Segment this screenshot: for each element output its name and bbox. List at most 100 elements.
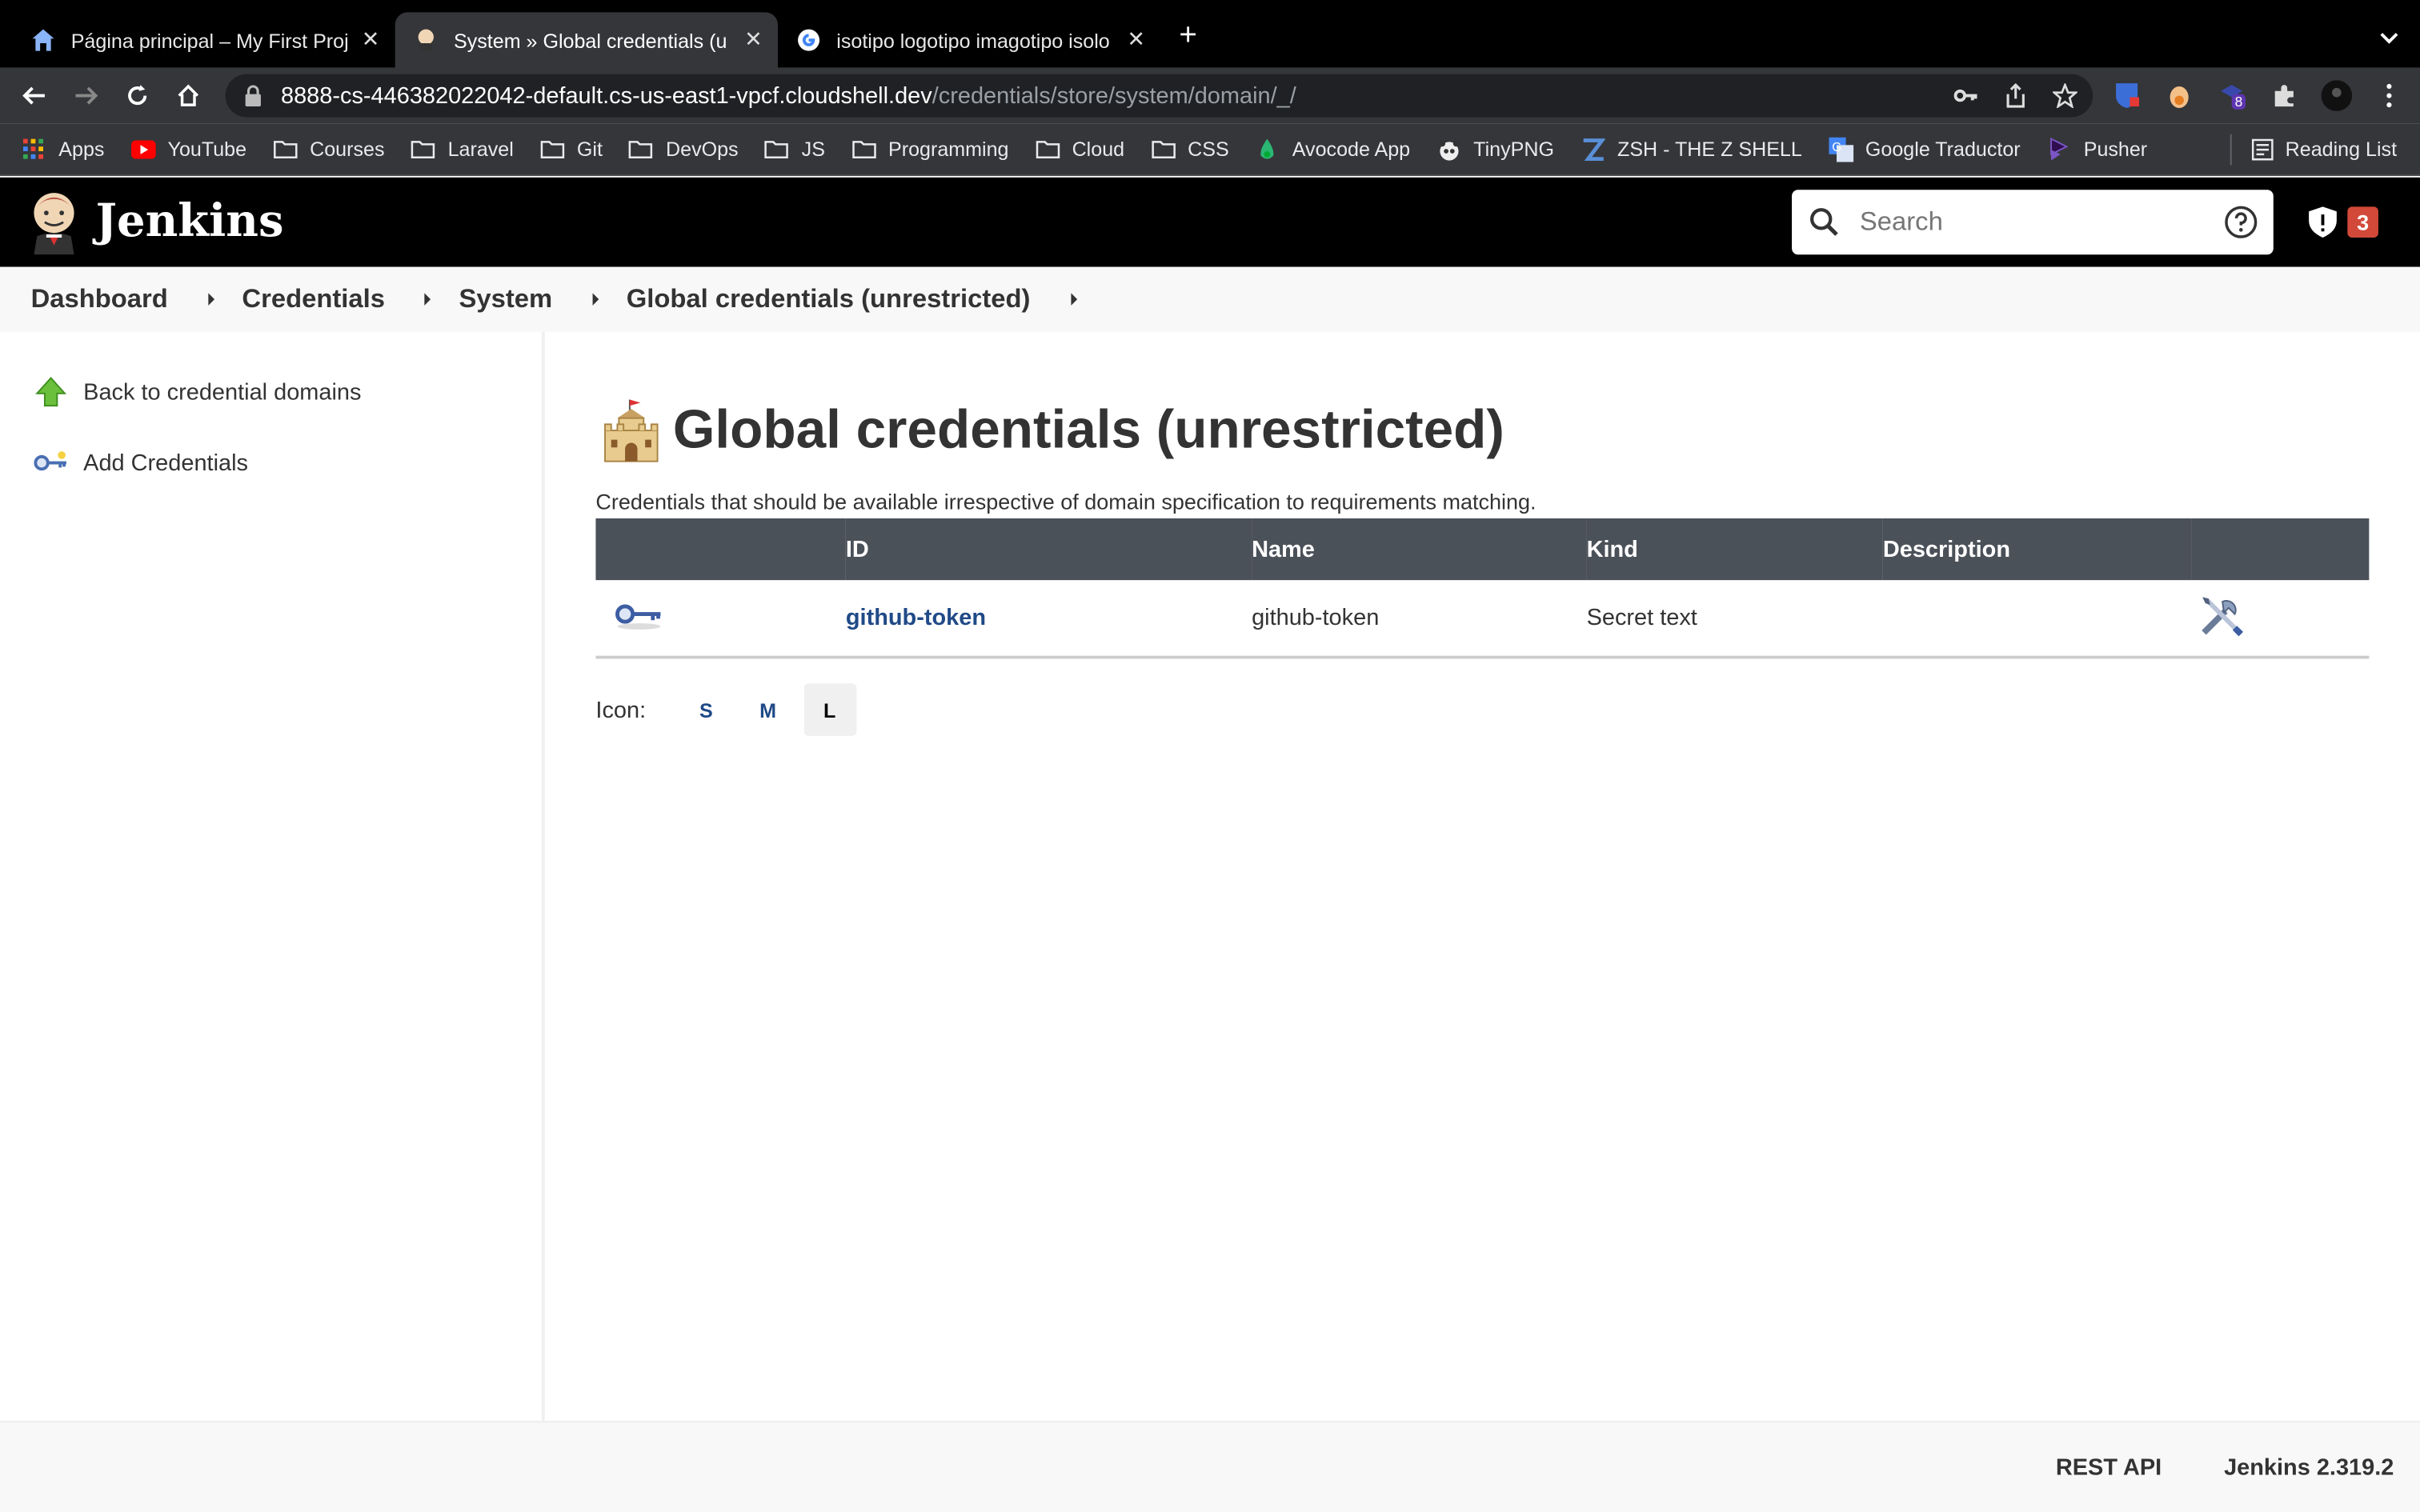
bookmark-courses[interactable]: Courses [273,138,385,161]
bitwarden-extension-icon[interactable] [2111,80,2142,111]
row-id-cell: github-token [845,580,1252,659]
configure-tools-icon[interactable] [2198,596,2244,644]
breadcrumb: Dashboard Credentials System Global cred… [0,266,2420,332]
bookmark-google-traductor[interactable]: G Google Traductor [1828,136,2021,162]
bookmark-programming[interactable]: Programming [851,138,1009,161]
reading-list-label: Reading List [2285,137,2398,161]
tab-title: System » Global credentials (u [453,28,727,52]
forward-arrow-icon[interactable] [71,80,102,111]
reload-icon[interactable] [122,80,153,111]
sidebar-item-add-credentials[interactable]: Add Credentials [34,446,248,479]
icon-size-l[interactable]: L [803,683,856,736]
icon-size-s[interactable]: S [680,683,733,736]
back-arrow-icon[interactable] [18,80,50,111]
bookmark-git[interactable]: Git [540,138,603,161]
profile-avatar[interactable] [2321,80,2353,111]
more-menu-icon[interactable] [2374,80,2405,111]
bookmark-js[interactable]: JS [764,138,825,161]
breadcrumb-chevron-icon[interactable] [1070,293,1077,306]
lock-icon [244,85,262,107]
breadcrumb-system[interactable]: System [459,284,553,315]
address-bar[interactable]: 8888-cs-446382022042-default.cs-us-east1… [225,74,2093,118]
key-icon[interactable] [1953,83,1979,115]
sidebar-item-back[interactable]: Back to credential domains [34,375,361,409]
browser-tab-bar: Página principal – My First Proj ✕ Syste… [0,0,2420,68]
folder-icon [411,138,435,160]
folder-icon [1035,138,1060,160]
footer: REST API Jenkins 2.319.2 [0,1421,2420,1512]
search-input[interactable] [1859,206,2200,238]
column-header-id[interactable]: ID [845,518,1252,581]
help-icon[interactable] [2224,205,2258,238]
bookmark-label: Git [576,137,603,161]
close-tab-icon[interactable]: ✕ [362,26,380,53]
chevron-down-icon[interactable] [2380,25,2398,44]
rest-api-link[interactable]: REST API [2056,1455,2162,1482]
column-header-description[interactable]: Description [1882,518,2192,581]
svg-text:G: G [1831,140,1841,154]
browser-tab-2[interactable]: System » Global credentials (u ✕ [395,12,778,68]
bookmark-label: CSS [1188,137,1229,161]
new-tab-icon[interactable]: + [1179,20,1197,51]
security-badge[interactable]: 3 [2347,206,2378,238]
bookmark-label: DevOps [666,137,739,161]
share-icon[interactable] [2003,82,2028,115]
tab-title: Página principal – My First Proj [70,28,349,52]
extension-badge-count: 8 [2231,94,2246,110]
close-tab-icon[interactable]: ✕ [744,26,763,53]
credential-id-link[interactable]: github-token [846,605,986,631]
translate-icon: G [1828,136,1853,162]
jenkins-logo[interactable] [28,190,81,255]
reading-list-button[interactable]: Reading List [2230,134,2398,166]
close-tab-icon[interactable]: ✕ [1127,26,1145,53]
column-header-name[interactable]: Name [1252,518,1587,581]
bookmarks-bar: Apps YouTube Courses Laravel Git DevOps JS Prog… [0,123,2420,176]
sidebar-item-label: Back to credential domains [83,378,362,406]
bookmark-label: JS [801,137,825,161]
bookmark-laravel[interactable]: Laravel [411,138,514,161]
jenkins-header: Jenkins 3 [0,177,2420,267]
star-icon[interactable] [2051,82,2079,115]
bookmark-tinypng[interactable]: TinyPNG [1436,138,1554,161]
row-name-cell: github-token [1252,580,1587,659]
folder-icon [851,138,876,160]
bookmark-pusher[interactable]: Pusher [2046,137,2147,161]
search-box [1792,190,2274,255]
page-description: Credentials that should be available irr… [595,489,1537,514]
zsh-icon [1581,138,1605,161]
folder-icon [273,138,298,160]
bookmark-zsh-the-z-shell[interactable]: ZSH - THE Z SHELL [1581,138,1802,161]
bookmark-youtube[interactable]: YouTube [130,138,246,161]
breadcrumb-global-credentials[interactable]: Global credentials (unrestricted) [627,284,1031,315]
pusher-icon [2046,137,2071,160]
breadcrumb-dashboard[interactable]: Dashboard [31,284,168,315]
breadcrumb-credentials[interactable]: Credentials [242,284,385,315]
jenkins-title[interactable]: Jenkins [96,194,284,247]
extension-badge-icon[interactable]: 8 [2216,80,2247,111]
bookmark-avocode-app[interactable]: Avocode App [1256,138,1410,161]
reading-list-icon [2251,138,2274,160]
sidebar-item-label: Add Credentials [83,450,248,476]
column-header-kind[interactable]: Kind [1586,518,1883,581]
breadcrumb-chevron-icon[interactable] [207,293,214,306]
bookmark-cloud[interactable]: Cloud [1035,138,1124,161]
jenkins-version-link[interactable]: Jenkins 2.319.2 [2224,1455,2394,1482]
browser-tab-3[interactable]: isotipo logotipo imagotipo isolo ✕ [778,12,1160,67]
bookmark-label: Cloud [1072,137,1125,161]
home-icon[interactable] [173,80,204,111]
breadcrumb-chevron-icon[interactable] [425,293,431,306]
security-shield-icon[interactable] [2306,205,2339,238]
bookmark-apps[interactable]: Apps [22,138,104,161]
icon-size-m[interactable]: M [742,683,795,736]
browser-tab-1[interactable]: Página principal – My First Proj ✕ [12,12,395,67]
bookmark-css[interactable]: CSS [1151,138,1229,161]
breadcrumb-chevron-icon[interactable] [592,293,599,306]
search-icon [1807,205,1841,238]
avocode-icon [1256,138,1280,160]
youtube-icon [130,138,156,160]
jenkins-favicon [414,28,439,53]
bookmark-devops[interactable]: DevOps [629,138,739,161]
apps-grid-icon [22,138,46,160]
puzzle-icon[interactable] [2269,80,2300,111]
extension-icon[interactable] [2164,80,2195,111]
